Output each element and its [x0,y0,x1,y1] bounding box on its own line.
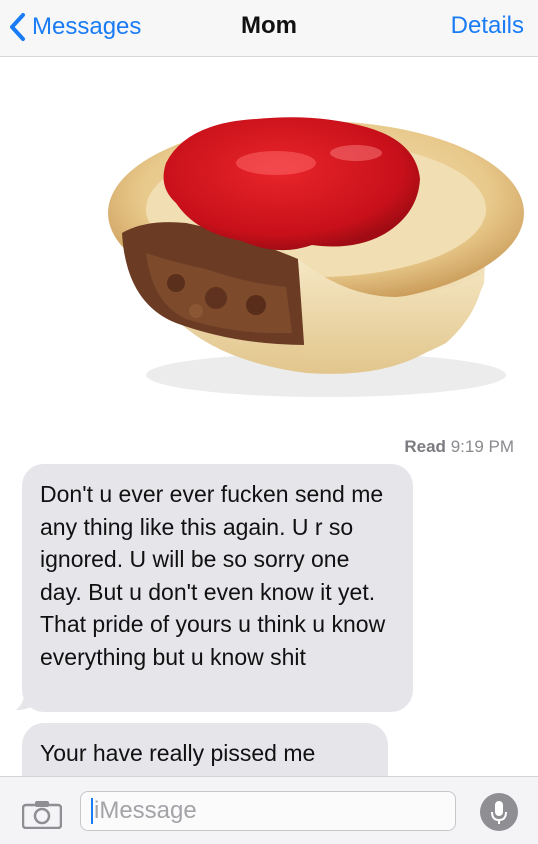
read-receipt: Read 9:19 PM [404,437,514,457]
navigation-bar: Messages Mom Details [0,0,538,57]
text-caret [91,798,93,824]
sent-photo[interactable] [66,83,530,423]
message-thread[interactable]: Read 9:19 PM Don't u ever ever fucken se… [0,57,538,776]
message-composer: iMessage [0,776,538,844]
microphone-button[interactable] [480,793,518,831]
read-label: Read [404,437,446,456]
microphone-icon [491,801,507,824]
received-message-bubble[interactable]: Don't u ever ever fucken send me any thi… [22,464,413,712]
meat-pie-image [108,117,524,397]
bubble-tail [16,682,40,710]
message-input[interactable]: iMessage [80,791,456,831]
camera-icon[interactable] [22,799,62,829]
details-button[interactable]: Details [451,12,524,40]
input-placeholder: iMessage [94,797,197,824]
received-message-bubble[interactable]: Your have really pissed me [22,723,388,776]
read-time: 9:19 PM [450,437,514,456]
